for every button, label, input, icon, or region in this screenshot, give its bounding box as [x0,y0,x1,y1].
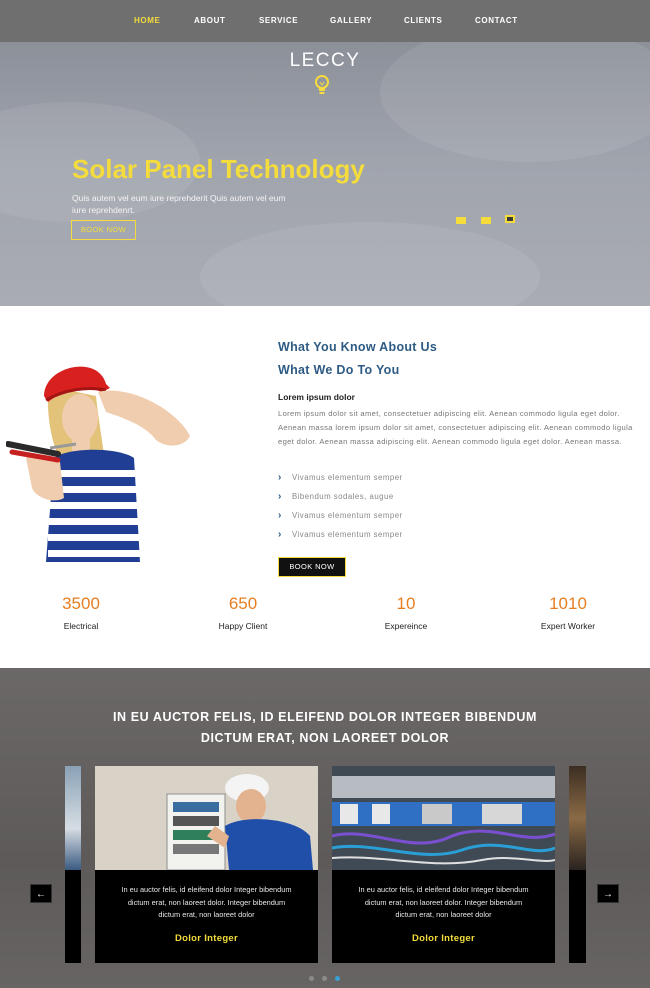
about-paragraph: Lorem ipsum dolor sit amet, consectetuer… [278,409,633,446]
about-book-now-button[interactable]: BOOK NOW [278,557,346,577]
list-item: › Vivamus elementum semper [278,510,403,521]
card-image [569,766,586,870]
about-heading: What You Know About Us [278,340,438,354]
list-item-text: Vivamus elementum semper [292,530,403,539]
stat-label: Electrical [63,621,99,631]
nav-clients[interactable]: CLIENTS [404,16,442,25]
slider-dot-1[interactable] [456,217,466,224]
services-section: IN EU AUCTOR FELIS, ID ELEIFEND DOLOR IN… [0,668,650,988]
carousel-card-partial-right [569,766,586,963]
card-title[interactable]: Dolor Integer [332,933,555,944]
electrician-photo [95,766,318,870]
hero-title: Solar Panel Technology [72,154,365,184]
chevron-right-icon: › [278,491,282,502]
stat-label: Expert Worker [540,621,596,631]
card-image [65,766,81,870]
services-heading-line1: IN EU AUCTOR FELIS, ID ELEIFEND DOLOR IN… [112,710,538,724]
list-item: › Vivamus elementum semper [278,529,403,540]
hero-banner: LECCY Solar Panel Technology Quis autem … [0,42,650,306]
list-item-text: Bibendum sodales, augue [292,492,394,501]
hero-book-now-button[interactable]: BOOK NOW [71,220,136,240]
top-nav: HOME ABOUT SERVICE GALLERY CLIENTS CONTA… [0,0,650,42]
lightbulb-icon [315,75,329,94]
wiring-panel-photo [332,766,555,870]
stat-value: 1010 [549,594,587,613]
services-heading-line2: DICTUM ERAT, NON LAOREET DOLOR [200,731,450,745]
slider-dot-3[interactable] [505,215,515,223]
card-text: In eu auctor felis, id eleifend dolor In… [121,885,292,919]
carousel-dot-1[interactable] [309,976,314,981]
card-title[interactable]: Dolor Integer [95,933,318,944]
service-card[interactable]: In eu auctor felis, id eleifend dolor In… [332,766,555,963]
stat-value: 10 [396,594,416,613]
carousel-card-partial-left [65,766,81,963]
nav-contact[interactable]: CONTACT [475,16,518,25]
slider-dot-2[interactable] [481,217,491,224]
nav-service[interactable]: SERVICE [259,16,298,25]
list-item: › Bibendum sodales, augue [278,491,394,502]
about-subheading: What We Do To You [278,363,400,377]
brand-logo[interactable]: LECCY [0,50,650,72]
stat-value: 650 [228,594,258,613]
hero-text: Quis autem vel eum iure reprehderit Quis… [72,193,286,215]
carousel-prev-button[interactable]: ← [30,884,52,903]
carousel-dot-3[interactable] [335,976,340,981]
chevron-right-icon: › [278,510,282,521]
sky-cloud [200,222,540,306]
chevron-right-icon: › [278,529,282,540]
stat-label: Expereince [384,621,428,631]
chevron-right-icon: › [278,472,282,483]
list-item-text: Vivamus elementum semper [292,473,403,482]
about-lead: Lorem ipsum dolor [278,392,355,402]
carousel-next-button[interactable]: → [597,884,619,903]
list-item: › Vivamus elementum semper [278,472,403,483]
carousel-dot-2[interactable] [322,976,327,981]
nav-about[interactable]: ABOUT [194,16,225,25]
service-card[interactable]: In eu auctor felis, id eleifend dolor In… [95,766,318,963]
card-text: In eu auctor felis, id eleifend dolor In… [358,885,529,919]
worker-photo [6,366,190,562]
stat-value: 3500 [62,594,100,613]
nav-gallery[interactable]: GALLERY [330,16,372,25]
list-item-text: Vivamus elementum semper [292,511,403,520]
stat-label: Happy Client [218,621,268,631]
nav-home[interactable]: HOME [134,16,160,25]
